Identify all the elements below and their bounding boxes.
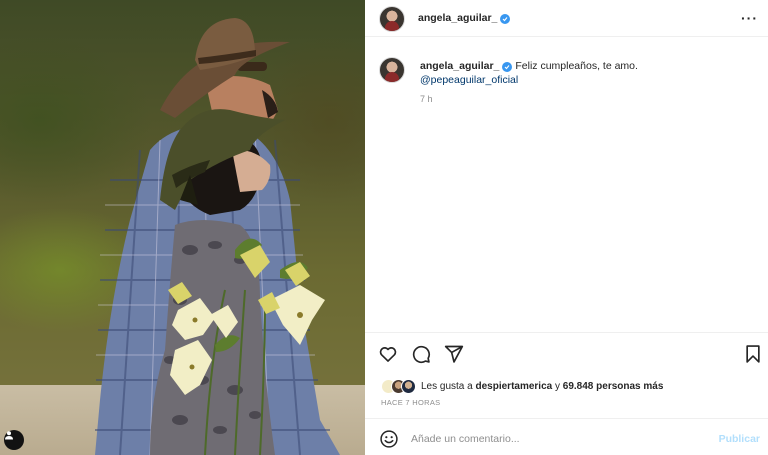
comment-icon [412,345,431,364]
divider [365,418,768,419]
user-tag-icon [5,431,13,440]
comment-button[interactable] [410,343,432,365]
posted-timestamp[interactable]: HACE 7 HORAS [381,398,440,407]
divider [365,332,768,333]
like-button[interactable] [377,343,399,365]
caption-author-avatar[interactable] [379,57,405,83]
author-avatar[interactable] [379,6,405,32]
likes-count[interactable]: 69.848 personas más [563,381,664,392]
mention-link[interactable]: @pepeaguilar_oficial [420,73,750,87]
share-icon [444,345,464,363]
heart-icon [379,347,397,362]
post-header: angela_aguilar_ ··· [365,0,768,37]
likes-prefix: Les gusta a [421,380,473,392]
author-username-text[interactable]: angela_aguilar_ [418,12,497,24]
liker-avatar [401,378,416,394]
caption-author-username[interactable]: angela_aguilar_ [420,60,499,72]
save-button[interactable] [742,343,764,365]
author-username[interactable]: angela_aguilar_ [418,12,511,24]
emoji-icon[interactable] [379,429,399,449]
likes-text: Les gusta a despiertamerica y 69.848 per… [421,381,663,392]
verified-badge-icon [500,14,511,24]
caption-text: angela_aguilar_ Feliz cumpleaños, te amo.… [420,59,750,87]
caption-body: Feliz cumpleaños, te amo. [515,60,638,72]
user-tag-button[interactable] [4,430,24,450]
share-button[interactable] [443,343,465,365]
verified-badge-icon [502,62,513,72]
caption-time-ago[interactable]: 7 h [420,94,433,104]
likes-connector: y [555,380,560,392]
likes-summary[interactable]: Les gusta a despiertamerica y 69.848 per… [381,376,663,396]
more-options-icon[interactable]: ··· [741,11,758,25]
post-image[interactable] [0,0,365,455]
photo-illustration [95,18,340,455]
likes-first-user[interactable]: despiertamerica [476,381,553,392]
comment-input[interactable] [411,430,701,448]
post-side-panel: angela_aguilar_ ··· angela_aguilar_ Feliz… [365,0,768,455]
bookmark-icon [746,345,760,363]
publish-button[interactable]: Publicar [719,433,760,445]
